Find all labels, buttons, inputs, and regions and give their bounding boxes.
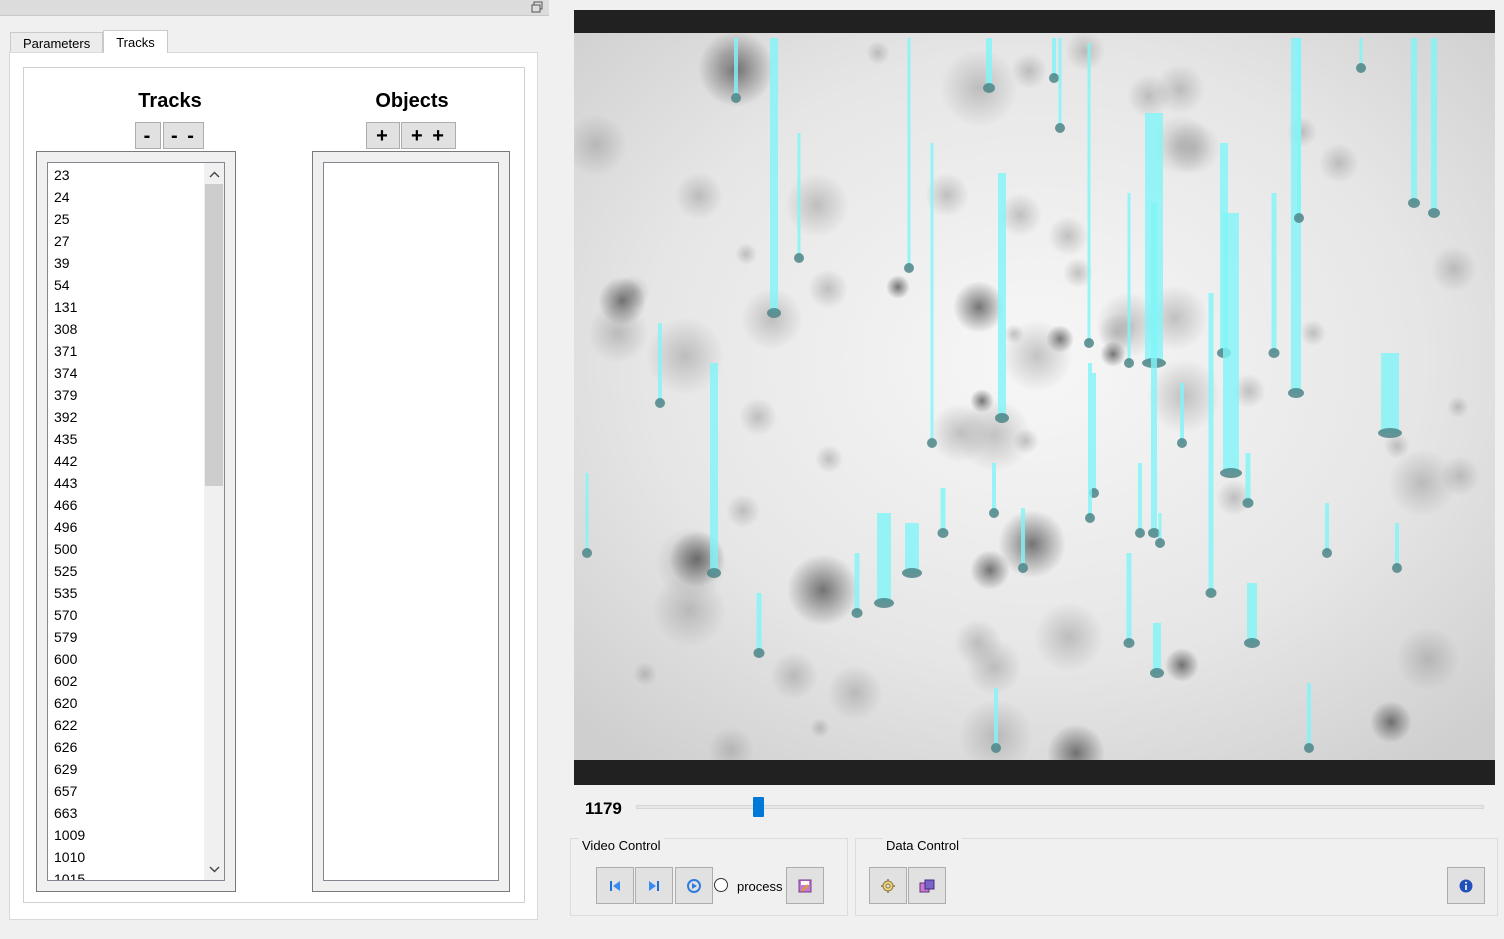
track-list-item[interactable]: 392 xyxy=(48,406,204,428)
scroll-up-icon[interactable] xyxy=(204,165,224,183)
track-list-item[interactable]: 23 xyxy=(48,164,204,186)
process-label: process xyxy=(737,879,783,894)
save-image-icon xyxy=(798,879,812,892)
remove-track-button[interactable]: - xyxy=(135,122,161,149)
add-object-button[interactable]: + xyxy=(366,122,400,149)
export-data-icon xyxy=(919,879,935,892)
frame-number: 1179 xyxy=(585,799,622,818)
tab-bar: Parameters Tracks xyxy=(10,30,168,53)
track-list-item[interactable]: 39 xyxy=(48,252,204,274)
settings-button[interactable] xyxy=(869,867,907,904)
track-list-item[interactable]: 535 xyxy=(48,582,204,604)
tracks-list[interactable]: 23 24 25 27 39 54 131 308 371 374 379 392 435 442 443 4… xyxy=(47,162,225,881)
next-frame-button[interactable] xyxy=(635,867,673,904)
video-frame-image xyxy=(574,33,1495,760)
track-list-item[interactable]: 24 xyxy=(48,186,204,208)
objects-list-frame xyxy=(312,151,510,892)
tracks-objects-group: Tracks - - - 23 24 25 27 39 54 131 308 371 374 379… xyxy=(23,67,525,903)
data-control-title: Data Control xyxy=(883,838,962,853)
track-list-item[interactable]: 579 xyxy=(48,626,204,648)
objects-list[interactable] xyxy=(323,162,499,881)
track-list-item[interactable]: 308 xyxy=(48,318,204,340)
track-list-item[interactable]: 443 xyxy=(48,472,204,494)
first-frame-button[interactable] xyxy=(596,867,634,904)
data-control-group: Data Control xyxy=(855,838,1498,916)
float-window-icon[interactable] xyxy=(531,1,543,13)
tracks-title: Tracks xyxy=(138,90,202,112)
track-list-item[interactable]: 131 xyxy=(48,296,204,318)
video-control-title: Video Control xyxy=(579,838,664,853)
track-list-item[interactable]: 374 xyxy=(48,362,204,384)
track-list-item[interactable]: 500 xyxy=(48,538,204,560)
track-list-item[interactable]: 496 xyxy=(48,516,204,538)
track-list-item[interactable]: 54 xyxy=(48,274,204,296)
track-list-item[interactable]: 525 xyxy=(48,560,204,582)
save-frame-button[interactable] xyxy=(786,867,824,904)
tracks-list-items: 23 24 25 27 39 54 131 308 371 374 379 392 435 442 443 4… xyxy=(48,163,204,880)
remove-all-tracks-button[interactable]: - - xyxy=(163,122,204,149)
track-list-item[interactable]: 1009 xyxy=(48,824,204,846)
tracks-list-scrollbar[interactable] xyxy=(204,163,224,880)
frame-slider-handle[interactable] xyxy=(753,797,765,817)
tracks-tab-pane: Tracks - - - 23 24 25 27 39 54 131 308 371 374 379… xyxy=(9,52,538,920)
track-list-item[interactable]: 1015 xyxy=(48,868,204,880)
tracks-list-frame: 23 24 25 27 39 54 131 308 371 374 379 392 435 442 443 4… xyxy=(36,151,236,892)
skip-forward-icon xyxy=(649,880,659,891)
video-display[interactable] xyxy=(574,10,1495,785)
objects-title: Objects xyxy=(375,90,449,112)
track-list-item[interactable]: 570 xyxy=(48,604,204,626)
info-icon xyxy=(1459,879,1473,892)
track-list-item[interactable]: 466 xyxy=(48,494,204,516)
scrollbar-thumb[interactable] xyxy=(205,184,223,486)
track-list-item[interactable]: 629 xyxy=(48,758,204,780)
track-list-item[interactable]: 25 xyxy=(48,208,204,230)
video-control-group: Video Control process xyxy=(570,838,848,916)
track-list-item[interactable]: 371 xyxy=(48,340,204,362)
track-list-item[interactable]: 663 xyxy=(48,802,204,824)
track-list-item[interactable]: 622 xyxy=(48,714,204,736)
track-list-item[interactable]: 626 xyxy=(48,736,204,758)
track-list-item[interactable]: 1010 xyxy=(48,846,204,868)
info-button[interactable] xyxy=(1447,867,1485,904)
tab-tracks[interactable]: Tracks xyxy=(103,30,168,53)
gear-icon xyxy=(881,878,895,893)
track-list-item[interactable]: 435 xyxy=(48,428,204,450)
track-list-item[interactable]: 379 xyxy=(48,384,204,406)
play-loop-icon xyxy=(687,878,701,893)
export-data-button[interactable] xyxy=(908,867,946,904)
add-all-objects-button[interactable]: + + xyxy=(401,122,456,149)
skip-back-icon xyxy=(610,880,620,891)
play-button[interactable] xyxy=(675,867,713,904)
track-list-item[interactable]: 657 xyxy=(48,780,204,802)
track-list-item[interactable]: 600 xyxy=(48,648,204,670)
scroll-down-icon[interactable] xyxy=(204,860,224,878)
track-list-item[interactable]: 620 xyxy=(48,692,204,714)
dock-titlebar xyxy=(0,0,549,16)
track-list-item[interactable]: 442 xyxy=(48,450,204,472)
process-radio[interactable] xyxy=(714,878,728,892)
track-list-item[interactable]: 602 xyxy=(48,670,204,692)
track-list-item[interactable]: 27 xyxy=(48,230,204,252)
tab-parameters[interactable]: Parameters xyxy=(10,32,104,53)
